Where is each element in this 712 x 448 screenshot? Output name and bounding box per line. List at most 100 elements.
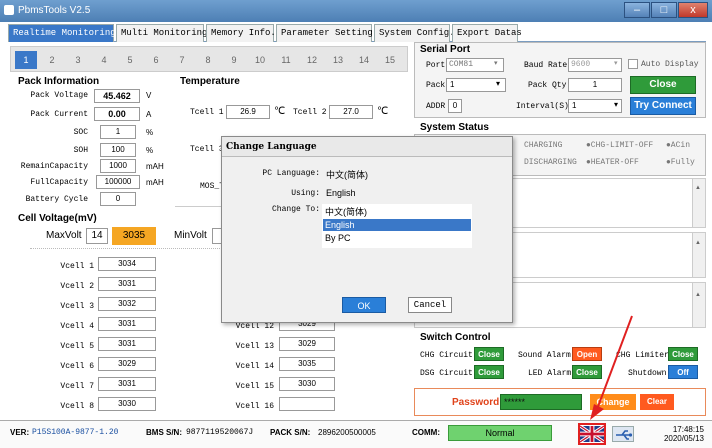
cancel-button[interactable]: Cancel: [408, 297, 452, 313]
title-bar: PbmsTools V2.5 – □ x: [0, 0, 712, 22]
full-capacity-value: 100000: [96, 175, 140, 189]
pc-language-value: 中文(简体): [326, 170, 368, 180]
ver-label: VER:: [10, 428, 30, 437]
vcell-label: Vcell 6: [60, 362, 94, 371]
maxvolt-label: MaxVolt: [46, 230, 82, 241]
cell-tab-9[interactable]: 9: [223, 51, 245, 69]
ok-button[interactable]: OK: [342, 297, 386, 313]
change-language-dialog: Change Language PC Language: 中文(简体) Usin…: [221, 136, 513, 323]
bms-sn-label: BMS S/N:: [146, 428, 182, 437]
window-title: PbmsTools V2.5: [18, 5, 91, 16]
discharging-indicator: DISCHARGING: [524, 158, 577, 167]
switch-control-title: Switch Control: [420, 332, 491, 343]
usb-button[interactable]: [612, 426, 634, 442]
fault-scrollbar[interactable]: [692, 283, 705, 327]
temperature-divider: [175, 206, 225, 207]
vcell-value: 3031: [98, 277, 156, 291]
charging-indicator: CHARGING: [524, 141, 563, 150]
using-label: Using:: [291, 189, 320, 198]
uk-flag-icon: [580, 425, 604, 443]
chevron-down-icon: ▾: [496, 79, 501, 88]
soc-label: SOC: [73, 128, 88, 137]
cell-tab-4[interactable]: 4: [93, 51, 115, 69]
close-port-button[interactable]: Close: [630, 76, 696, 94]
chevron-down-icon: ▾: [494, 60, 498, 67]
pack-select-label: Pack: [426, 81, 446, 90]
cell-tab-13[interactable]: 13: [327, 51, 349, 69]
chevron-down-icon: ▾: [614, 100, 619, 109]
language-option-english[interactable]: English: [323, 219, 471, 231]
dsg-circuit-close-button[interactable]: Close: [474, 365, 504, 379]
interval-label: Interval(S): [516, 102, 569, 111]
vcell-label: Vcell 14: [235, 362, 274, 371]
tcell2-value: 27.0: [329, 105, 373, 119]
battery-cycle-label: Battery Cycle: [25, 195, 88, 204]
tab-memory-info[interactable]: Memory Info.: [206, 24, 276, 42]
cell-tab-10[interactable]: 10: [249, 51, 271, 69]
cell-tab-7[interactable]: 7: [171, 51, 193, 69]
app-icon: [4, 5, 14, 15]
soc-value: 1: [100, 125, 136, 139]
pack-qty-input[interactable]: 1: [568, 78, 622, 92]
tcell3-label: Tcell 3: [190, 145, 224, 154]
try-connect-button[interactable]: Try Connect: [630, 97, 696, 115]
cell-tab-14[interactable]: 14: [353, 51, 375, 69]
clear-password-button[interactable]: Clear: [640, 394, 674, 410]
dsg-circuit-label: DSG Circuit: [420, 369, 473, 378]
clock-time: 17:48:15: [672, 425, 704, 434]
cell-tab-8[interactable]: 8: [197, 51, 219, 69]
close-window-button[interactable]: x: [678, 2, 708, 18]
pack-voltage-value: 45.462: [94, 89, 140, 103]
addr-input[interactable]: 0: [448, 99, 462, 113]
shutdown-off-button[interactable]: Off: [668, 365, 698, 379]
tab-realtime-monitoring[interactable]: Realtime Monitoring: [8, 24, 116, 42]
tcell2-unit: ℃: [377, 106, 389, 117]
tab-multi-monitoring[interactable]: Multi Monitoring: [116, 24, 207, 42]
vcell-label: Vcell 12: [235, 322, 274, 331]
soh-value: 100: [100, 143, 136, 157]
auto-display-checkbox[interactable]: [628, 59, 638, 69]
cell-tab-3[interactable]: 3: [67, 51, 89, 69]
cell-tab-12[interactable]: 12: [301, 51, 323, 69]
usb-icon: [616, 430, 633, 440]
vcell-value: 3031: [98, 317, 156, 331]
cell-tab-1[interactable]: 1: [15, 51, 37, 69]
cell-tab-15[interactable]: 15: [379, 51, 401, 69]
vcell-label: Vcell 2: [60, 282, 94, 291]
language-option-chinese[interactable]: 中文(简体): [323, 206, 471, 218]
minimize-button[interactable]: –: [624, 2, 650, 18]
full-capacity-unit: mAH: [146, 178, 164, 187]
remain-capacity-unit: mAH: [146, 162, 164, 171]
pack-sn-label: PACK S/N:: [270, 428, 311, 437]
cell-tab-6[interactable]: 6: [145, 51, 167, 69]
tab-system-config[interactable]: System Config.: [374, 24, 455, 42]
cell-tab-5[interactable]: 5: [119, 51, 141, 69]
pack-current-label: Pack Current: [30, 110, 88, 119]
pack-current-unit: A: [146, 110, 152, 119]
vcell-label: Vcell 15: [235, 382, 274, 391]
vcell-label: Vcell 4: [60, 322, 94, 331]
tcell1-unit: ℃: [274, 106, 286, 117]
scroll-up-icon: ▲: [695, 240, 701, 246]
chg-limiter-close-button[interactable]: Close: [668, 347, 698, 361]
heater-indicator: ●HEATER-OFF: [586, 158, 639, 167]
vcell-value: 3034: [98, 257, 156, 271]
red-arrow-annotation: [590, 315, 633, 420]
pack-qty-label: Pack Qty: [528, 81, 567, 90]
chg-circuit-close-button[interactable]: Close: [474, 347, 504, 361]
language-option-by-pc[interactable]: By PC: [323, 232, 471, 244]
scroll-up-icon: ▲: [695, 185, 701, 191]
maximize-button[interactable]: □: [651, 2, 677, 18]
maxvolt-cell: 14: [86, 228, 108, 244]
tab-export-datas[interactable]: Export Datas: [452, 24, 522, 42]
language-button[interactable]: [578, 423, 606, 445]
chg-circuit-label: CHG Circuit: [420, 351, 473, 360]
cell-tab-11[interactable]: 11: [275, 51, 297, 69]
tab-parameter-setting[interactable]: Parameter Setting: [276, 24, 373, 42]
baud-rate-label: Baud Rate: [524, 61, 568, 70]
minvolt-label: MinVolt: [174, 230, 207, 241]
vcell-label: Vcell 13: [235, 342, 274, 351]
password-input[interactable]: ******: [500, 394, 582, 410]
cell-voltage-divider: [30, 248, 220, 249]
cell-tab-2[interactable]: 2: [41, 51, 63, 69]
